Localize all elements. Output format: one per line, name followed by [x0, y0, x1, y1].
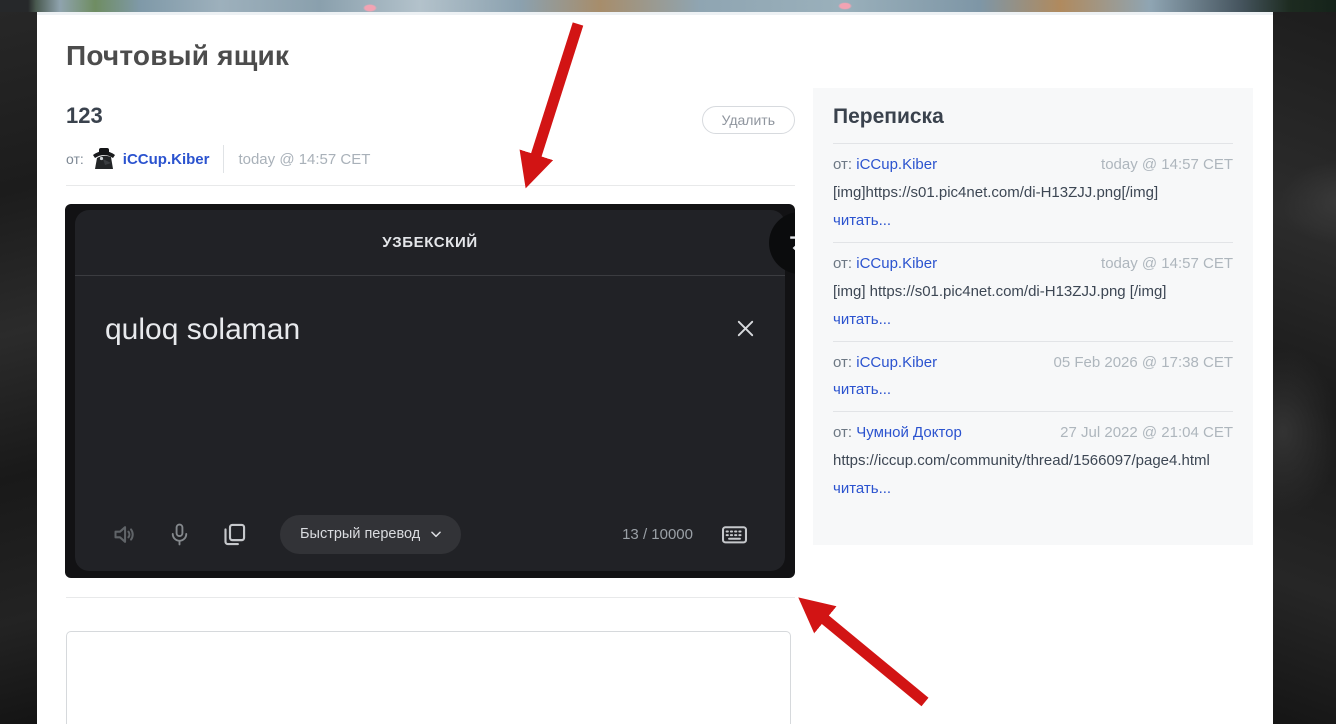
close-icon[interactable] — [734, 317, 757, 340]
source-text[interactable]: quloq solaman — [105, 308, 300, 352]
left-background-art — [0, 12, 37, 724]
microphone-icon[interactable] — [167, 521, 192, 548]
header-divider — [66, 185, 795, 186]
quick-translate-label: Быстрый перевод — [300, 526, 421, 542]
entry-date: 27 Jul 2022 @ 21:04 CET — [1060, 424, 1233, 441]
message-date: today @ 14:57 CET — [238, 150, 371, 168]
read-more-link[interactable]: читать... — [833, 212, 891, 229]
correspondence-title: Переписка — [833, 105, 944, 128]
entry-date: today @ 14:57 CET — [1101, 156, 1233, 173]
quick-translate-button[interactable]: Быстрый перевод — [280, 514, 462, 554]
banner-underline — [37, 12, 1273, 15]
from-label: от: — [833, 354, 853, 371]
entry-date: today @ 14:57 CET — [1101, 255, 1233, 272]
entry-sender-link[interactable]: iCCup.Kiber — [856, 354, 937, 371]
translator-toolbar: Быстрый перевод 13 / 10000 — [75, 514, 785, 554]
entry-body: https://iccup.com/community/thread/15660… — [833, 452, 1210, 469]
thread-entry: от: iCCup.Kiber today @ 14:57 CET [img] … — [833, 243, 1233, 342]
sender-link[interactable]: iCCup.Kiber — [123, 151, 210, 168]
entry-body: [img]https://s01.pic4net.com/di-H13ZJJ.p… — [833, 184, 1159, 201]
delete-button[interactable]: Удалить — [701, 106, 795, 134]
entry-body: [img] https://s01.pic4net.com/di-H13ZJJ.… — [833, 283, 1167, 300]
chevron-down-icon — [429, 527, 443, 541]
reply-textarea[interactable] — [66, 631, 791, 724]
correspondence-panel: Переписка от: iCCup.Kiber today @ 14:57 … — [813, 88, 1253, 545]
thread-entry: от: iCCup.Kiber today @ 14:57 CET [img]h… — [833, 144, 1233, 243]
message-meta: от: iCCup.Kiber today @ 14:57 CET — [66, 143, 370, 175]
message-subject: 123 — [66, 103, 103, 128]
red-arrow-up-left — [798, 597, 929, 707]
read-more-link[interactable]: читать... — [833, 480, 891, 497]
right-background-art — [1273, 12, 1336, 724]
translator-widget: УЗБЕКСКИЙ quloq solaman Быстрый перевод … — [65, 204, 795, 578]
mailbox-page: Почтовый ящик 123 Удалить от: iCCup.Kibe… — [0, 0, 1336, 724]
from-label: от: — [833, 255, 853, 272]
message-header: 123 Удалить — [66, 103, 795, 134]
red-arrow-down — [519, 22, 584, 189]
read-more-link[interactable]: читать... — [833, 311, 891, 328]
read-more-link[interactable]: читать... — [833, 381, 891, 398]
meta-divider — [223, 145, 225, 173]
keyboard-icon[interactable] — [720, 520, 749, 549]
page-title: Почтовый ящик — [66, 40, 290, 71]
thread-entry: от: Чумной Доктор 27 Jul 2022 @ 21:04 CE… — [833, 412, 1233, 510]
from-label: от: — [833, 424, 853, 441]
from-label: от: — [66, 151, 84, 167]
speaker-icon[interactable] — [111, 521, 138, 548]
target-language-label[interactable]: УЗБЕКСКИЙ — [382, 234, 477, 251]
char-counter: 13 / 10000 — [622, 525, 693, 543]
translator-card: УЗБЕКСКИЙ quloq solaman Быстрый перевод … — [75, 210, 785, 571]
copy-icon[interactable] — [221, 521, 248, 548]
entry-sender-link[interactable]: iCCup.Kiber — [856, 255, 937, 272]
entry-sender-link[interactable]: iCCup.Kiber — [856, 156, 937, 173]
from-label: от: — [833, 156, 853, 173]
thread-entry: от: iCCup.Kiber 05 Feb 2026 @ 17:38 CET … — [833, 342, 1233, 412]
entry-sender-link[interactable]: Чумной Доктор — [856, 424, 962, 441]
top-banner-art — [0, 0, 1336, 12]
sender-avatar — [91, 147, 117, 173]
bottom-divider — [66, 597, 795, 598]
translator-header: УЗБЕКСКИЙ — [75, 210, 785, 276]
entry-date: 05 Feb 2026 @ 17:38 CET — [1053, 354, 1233, 371]
